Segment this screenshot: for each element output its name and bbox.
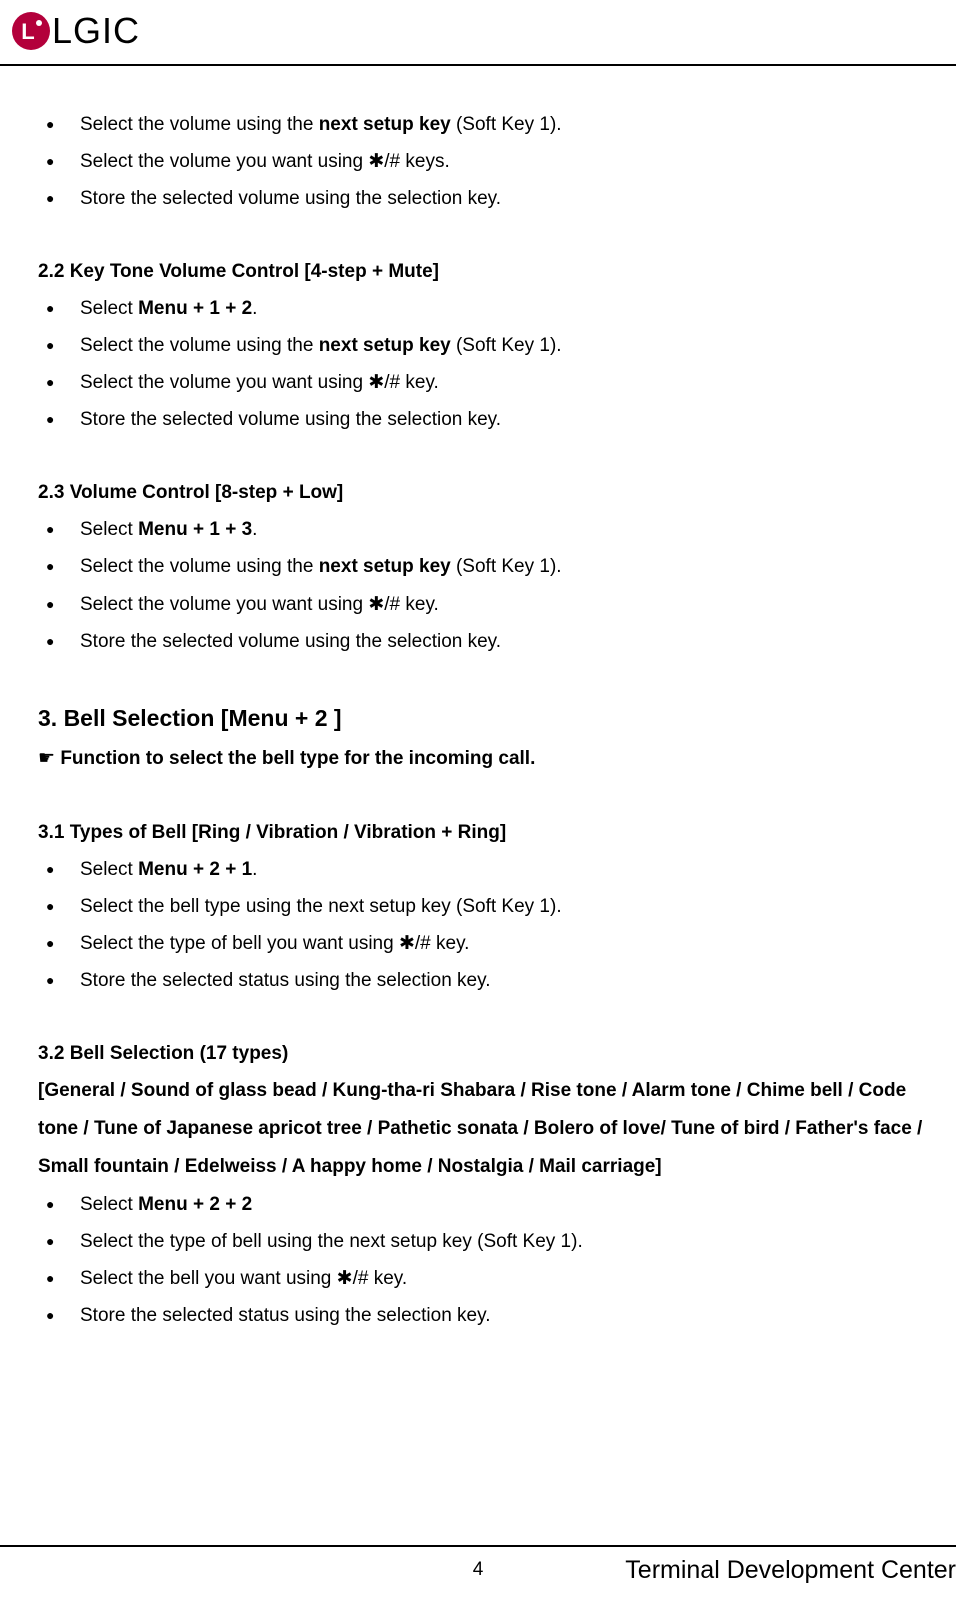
section-3-title: 3. Bell Selection [Menu + 2 ] (38, 696, 956, 741)
list-item: Select the type of bell using the next s… (38, 1223, 956, 1260)
bold-text: Menu + 2 + 2 (138, 1194, 252, 1215)
text: Select the type of bell using the next s… (80, 1231, 583, 1252)
list-item: Select the volume using the next setup k… (38, 106, 956, 143)
s31-list: Select Menu + 2 + 1. Select the bell typ… (38, 851, 956, 999)
bold-text: Menu + 2 + 1 (138, 859, 252, 880)
bold-text: next setup key (319, 114, 451, 135)
bold-text: next setup key (319, 556, 451, 577)
text: (Soft Key 1). (451, 335, 562, 356)
text: Select (80, 859, 138, 880)
s32-list: Select Menu + 2 + 2 Select the type of b… (38, 1186, 956, 1334)
section-2-2-title: 2.2 Key Tone Volume Control [4-step + Mu… (38, 253, 956, 290)
text: . (252, 298, 257, 319)
text: Select the volume using the (80, 114, 319, 135)
header: L LGIC (0, 10, 956, 64)
text: Select the volume using the (80, 335, 319, 356)
list-item: Select Menu + 2 + 2 (38, 1186, 956, 1223)
lg-logo-icon: L (12, 12, 50, 50)
text: Select the volume you want using ✱/# key… (80, 594, 439, 615)
section-3-desc: ☛ Function to select the bell type for t… (38, 740, 956, 777)
footer-divider (0, 1545, 956, 1547)
text: Select the bell you want using ✱/# key. (80, 1268, 407, 1289)
text: Select (80, 298, 138, 319)
section-3-2-types: [General / Sound of glass bead / Kung-th… (38, 1072, 956, 1186)
list-item: Select the type of bell you want using ✱… (38, 925, 956, 962)
footer-text: Terminal Development Center (625, 1556, 956, 1585)
page-content: Select the volume using the next setup k… (0, 66, 956, 1334)
list-item: Store the selected volume using the sele… (38, 180, 956, 217)
text: Store the selected volume using the sele… (80, 188, 501, 209)
text: . (252, 519, 257, 540)
list-item: Select the volume using the next setup k… (38, 548, 956, 585)
text: (Soft Key 1). (451, 114, 562, 135)
pointer-icon: ☛ (38, 748, 60, 769)
intro-list: Select the volume using the next setup k… (38, 106, 956, 217)
section-2-3-title: 2.3 Volume Control [8-step + Low] (38, 474, 956, 511)
section-3-2-title: 3.2 Bell Selection (17 types) (38, 1035, 956, 1072)
text: Select (80, 519, 138, 540)
logo-letter: L (21, 21, 34, 43)
s23-list: Select Menu + 1 + 3. Select the volume u… (38, 511, 956, 659)
list-item: Select Menu + 2 + 1. (38, 851, 956, 888)
list-item: Select the bell you want using ✱/# key. (38, 1260, 956, 1297)
list-item: Select the volume you want using ✱/# key… (38, 364, 956, 401)
list-item: Store the selected volume using the sele… (38, 623, 956, 660)
logo-dot (36, 20, 42, 26)
section-3-1-title: 3.1 Types of Bell [Ring / Vibration / Vi… (38, 814, 956, 851)
text: Store the selected volume using the sele… (80, 631, 501, 652)
bold-text: Menu + 1 + 3 (138, 519, 252, 540)
text: Select the volume you want using ✱/# key… (80, 151, 450, 172)
s22-list: Select Menu + 1 + 2. Select the volume u… (38, 290, 956, 438)
brand-text: LGIC (52, 10, 140, 52)
text: Store the selected status using the sele… (80, 1305, 491, 1326)
desc-text: Function to select the bell type for the… (60, 748, 535, 769)
list-item: Select the volume you want using ✱/# key… (38, 586, 956, 623)
page-number: 4 (473, 1559, 484, 1581)
list-item: Select Menu + 1 + 3. (38, 511, 956, 548)
text: . (252, 859, 257, 880)
text: Select the volume using the (80, 556, 319, 577)
list-item: Select the bell type using the next setu… (38, 888, 956, 925)
text: Select (80, 1194, 138, 1215)
bold-text: next setup key (319, 335, 451, 356)
text: (Soft Key 1). (451, 556, 562, 577)
text: Store the selected volume using the sele… (80, 409, 501, 430)
list-item: Store the selected status using the sele… (38, 1297, 956, 1334)
text: Select the bell type using the next setu… (80, 896, 562, 917)
bold-text: Menu + 1 + 2 (138, 298, 252, 319)
list-item: Store the selected status using the sele… (38, 962, 956, 999)
list-item: Store the selected volume using the sele… (38, 401, 956, 438)
list-item: Select the volume using the next setup k… (38, 327, 956, 364)
text: Select the type of bell you want using ✱… (80, 933, 469, 954)
text: Select the volume you want using ✱/# key… (80, 372, 439, 393)
list-item: Select Menu + 1 + 2. (38, 290, 956, 327)
list-item: Select the volume you want using ✱/# key… (38, 143, 956, 180)
text: Store the selected status using the sele… (80, 970, 491, 991)
